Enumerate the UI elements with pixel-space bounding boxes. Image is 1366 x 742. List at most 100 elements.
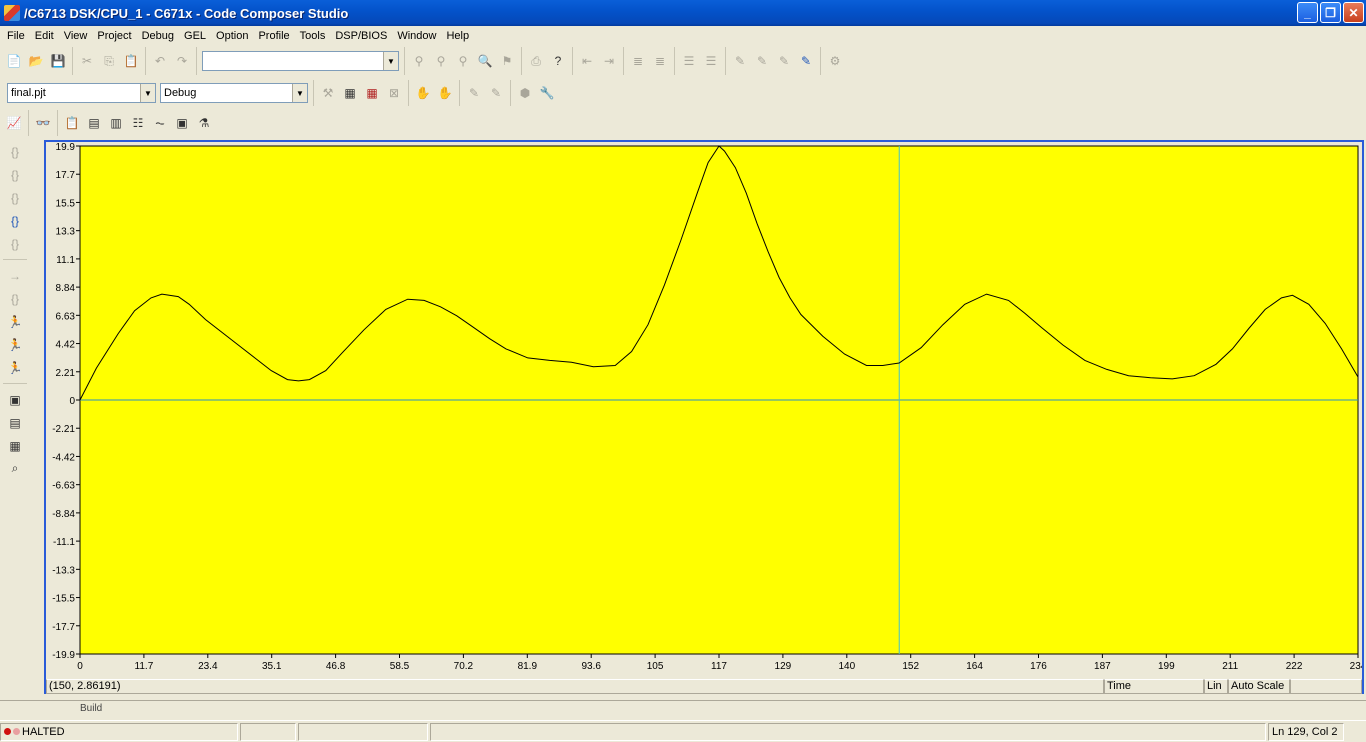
new-file-icon[interactable]: 📄 <box>3 50 25 72</box>
undo-icon[interactable]: ↶ <box>149 50 171 72</box>
run-icon[interactable]: 🏃 <box>2 310 28 333</box>
disassembly-icon[interactable]: ☷ <box>127 112 149 134</box>
chevron-down-icon[interactable]: ▼ <box>292 84 307 102</box>
animate-icon[interactable]: ✋ <box>434 82 456 104</box>
menu-option[interactable]: Option <box>211 30 253 42</box>
menu-project[interactable]: Project <box>92 30 136 42</box>
compile-icon[interactable]: ⚒ <box>317 82 339 104</box>
watch-window-icon[interactable]: 👓 <box>32 112 54 134</box>
menu-help[interactable]: Help <box>441 30 474 42</box>
graph-window[interactable]: 19.9 17.7 15.5 13.3 11.1 8.84 6.63 4.42 2.21 0 -2.… <box>44 140 1364 694</box>
time-graph[interactable]: 19.9 17.7 15.5 13.3 11.1 8.84 6.63 4.42 2.21 0 -2.… <box>46 142 1362 678</box>
stop-build-icon[interactable]: ⊠ <box>383 82 405 104</box>
halt-run-icon[interactable]: 🏃 <box>2 333 28 356</box>
print-icon[interactable]: ⎙ <box>525 50 547 72</box>
remove-breakpoints-icon[interactable]: ✎ <box>485 82 507 104</box>
x-tick-label: 23.4 <box>198 661 218 672</box>
save-icon[interactable]: 💾 <box>47 50 69 72</box>
paste-icon[interactable]: 📋 <box>120 50 142 72</box>
animate-run-icon[interactable]: 🏃 <box>2 356 28 379</box>
graph-icon[interactable]: ⏦ <box>149 112 171 134</box>
chevron-down-icon[interactable]: ▼ <box>140 84 155 102</box>
bookmark-icon[interactable]: ⚑ <box>496 50 518 72</box>
menu-profile[interactable]: Profile <box>253 30 294 42</box>
cut-icon[interactable]: ✂ <box>76 50 98 72</box>
registers-window-icon[interactable]: ▣ <box>2 388 28 411</box>
menu-debug[interactable]: Debug <box>137 30 179 42</box>
display-type-field: Time <box>1104 678 1204 694</box>
menu-edit[interactable]: Edit <box>30 30 59 42</box>
close-button[interactable]: ✕ <box>1343 2 1364 23</box>
y-tick-label: -11.1 <box>53 537 75 548</box>
menu-tools[interactable]: Tools <box>295 30 331 42</box>
context-help-icon[interactable]: ? <box>547 50 569 72</box>
mark-icon[interactable]: ≣ <box>627 50 649 72</box>
breakpoint-icon[interactable]: ✎ <box>773 50 795 72</box>
memory-icon[interactable]: ▤ <box>83 112 105 134</box>
step-into-icon[interactable]: {} <box>2 140 28 163</box>
x-tick-label: 11.7 <box>135 661 154 672</box>
image-icon[interactable]: ▣ <box>171 112 193 134</box>
set-pc-icon[interactable]: {} <box>2 232 28 255</box>
y-tick-label: 11.1 <box>56 255 75 266</box>
chevron-down-icon[interactable]: ▼ <box>383 52 398 70</box>
cursor-readout: (150, 2.86191) <box>46 678 1104 694</box>
outdent-icon[interactable]: ⇤ <box>576 50 598 72</box>
build-tab[interactable]: Build <box>80 703 102 714</box>
asm-step-over-icon[interactable]: {} <box>2 287 28 310</box>
call-stack-icon[interactable]: ▦ <box>2 434 28 457</box>
menu-view[interactable]: View <box>59 30 93 42</box>
probe-point-icon[interactable]: ✎ <box>729 50 751 72</box>
run-to-cursor-icon[interactable]: {} <box>2 209 28 232</box>
menu-file[interactable]: File <box>2 30 30 42</box>
profiler-icon[interactable]: ⚗ <box>193 112 215 134</box>
memory-window-icon[interactable]: ▤ <box>2 411 28 434</box>
find-next-icon[interactable]: ⚲ <box>430 50 452 72</box>
menu-window[interactable]: Window <box>392 30 441 42</box>
menu-dspbios[interactable]: DSP/BIOS <box>330 30 392 42</box>
minimize-button[interactable]: _ <box>1297 2 1318 23</box>
separator <box>3 259 27 260</box>
view-detail-icon[interactable]: ☰ <box>700 50 722 72</box>
graph-view-icon[interactable]: 📈 <box>3 112 25 134</box>
stop-icon[interactable]: ⬢ <box>514 82 536 104</box>
graph-status-filler <box>1290 678 1362 694</box>
search-combo[interactable]: ▼ <box>202 51 399 71</box>
x-tick-label: 199 <box>1158 661 1175 672</box>
find-prev-icon[interactable]: ⚲ <box>452 50 474 72</box>
find-in-files-icon[interactable]: 🔍 <box>474 50 496 72</box>
open-folder-icon[interactable]: 📂 <box>25 50 47 72</box>
halt-icon[interactable]: ✋ <box>412 82 434 104</box>
y-tick-label: -4.42 <box>52 452 75 463</box>
find-icon[interactable]: ⚲ <box>408 50 430 72</box>
output-panel-strip: Build <box>0 700 1366 720</box>
status-halted: HALTED <box>0 722 238 741</box>
restore-button[interactable]: ❐ <box>1320 2 1341 23</box>
config-combo[interactable]: Debug ▼ <box>160 83 308 103</box>
registers-icon[interactable]: ▥ <box>105 112 127 134</box>
build-options-icon[interactable]: 🔧 <box>536 82 558 104</box>
plugin-icon[interactable]: ⚙ <box>824 50 846 72</box>
status-bar: HALTED Ln 129, Col 2 <box>0 720 1366 742</box>
toggle-breakpoint-icon[interactable]: ✎ <box>463 82 485 104</box>
project-combo[interactable]: final.pjt ▼ <box>7 83 156 103</box>
watch-icon[interactable]: ✎ <box>795 50 817 72</box>
clipboard-icon[interactable]: 📋 <box>61 112 83 134</box>
step-out-icon[interactable]: {} <box>2 186 28 209</box>
asm-step-into-icon[interactable]: → <box>2 264 28 287</box>
copy-icon[interactable]: ⎘ <box>98 50 120 72</box>
redo-icon[interactable]: ↷ <box>171 50 193 72</box>
rebuild-all-icon[interactable]: ▦ <box>361 82 383 104</box>
mark-next-icon[interactable]: ≣ <box>649 50 671 72</box>
x-tick-label: 46.8 <box>326 661 346 672</box>
menu-gel[interactable]: GEL <box>179 30 211 42</box>
x-tick-label: 164 <box>966 661 983 672</box>
x-tick-label: 117 <box>711 661 727 672</box>
project-toolbar: final.pjt ▼ Debug ▼ ⚒ ▦ ▦ ⊠ ✋ ✋ ✎ ✎ ⬢ 🔧 <box>0 80 1366 106</box>
view-list-icon[interactable]: ☰ <box>678 50 700 72</box>
build-icon[interactable]: ▦ <box>339 82 361 104</box>
step-over-icon[interactable]: {} <box>2 163 28 186</box>
indent-icon[interactable]: ⇥ <box>598 50 620 72</box>
remove-probe-icon[interactable]: ✎ <box>751 50 773 72</box>
quick-watch-icon[interactable]: ⌕ <box>2 457 28 480</box>
